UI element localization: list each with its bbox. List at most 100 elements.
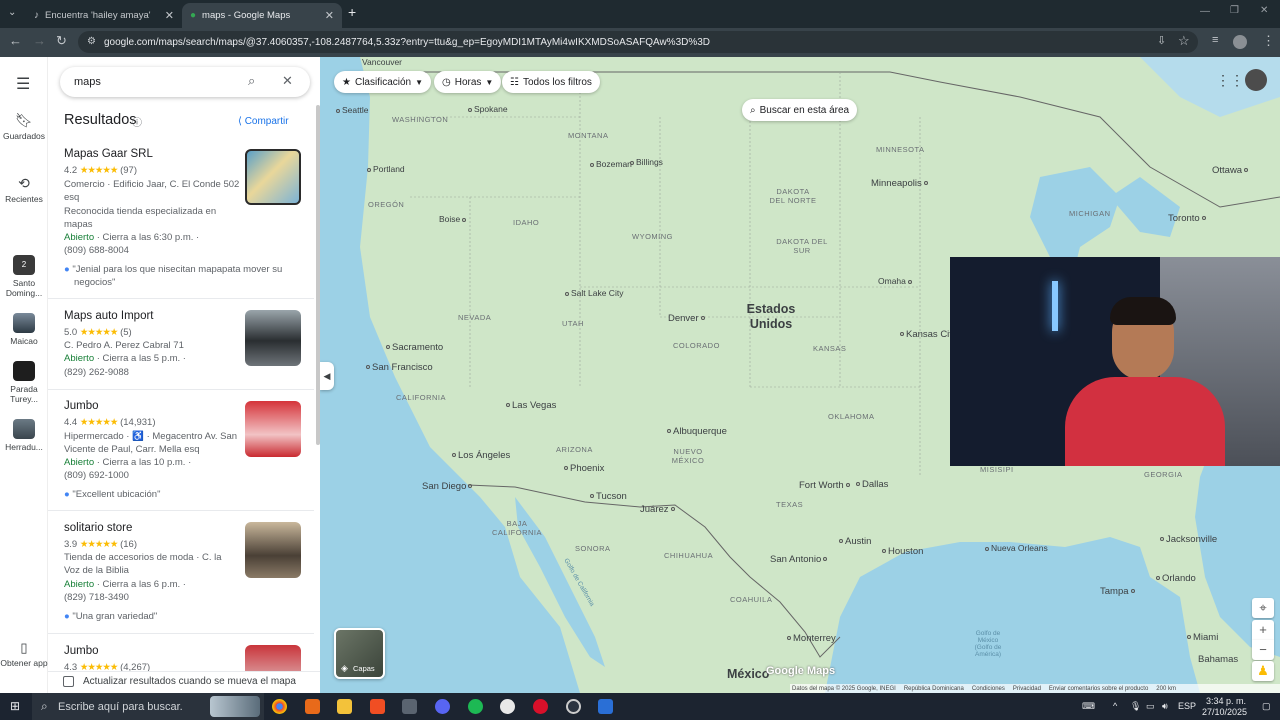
site-info-icon[interactable]: ⚙ xyxy=(87,36,96,47)
minimize-icon[interactable]: — xyxy=(1200,6,1210,17)
scale-label[interactable]: 200 km xyxy=(1156,686,1176,692)
city-label[interactable]: Omaha xyxy=(878,276,914,286)
volume-icon[interactable]: 🔊︎ xyxy=(1162,701,1168,712)
result-photo[interactable] xyxy=(245,645,301,671)
my-location-button[interactable]: ⌖ xyxy=(1252,598,1274,618)
city-label[interactable]: Tucson xyxy=(590,491,627,502)
windows-start-icon[interactable]: ⊞ xyxy=(10,699,20,713)
tray-chevron-icon[interactable]: ^ xyxy=(1113,701,1117,711)
rail-recent[interactable]: ⟲ Recientes xyxy=(0,175,48,204)
update-results-checkbox[interactable] xyxy=(63,676,74,687)
reload-icon[interactable]: ↻ xyxy=(56,33,67,49)
chrome-icon[interactable] xyxy=(272,699,287,714)
menu-kebab-icon[interactable]: ⋮ xyxy=(1262,33,1275,49)
city-label[interactable]: Minneapolis xyxy=(871,178,930,189)
city-label[interactable]: Phoenix xyxy=(564,463,604,474)
account-avatar[interactable] xyxy=(1245,69,1267,91)
city-label[interactable]: Monterrey xyxy=(787,633,836,644)
close-tab-icon[interactable]: ✕ xyxy=(165,9,174,22)
city-label[interactable]: Salt Lake City xyxy=(565,288,623,298)
feedback-link[interactable]: Enviar comentarios sobre el producto xyxy=(1049,686,1148,692)
result-item[interactable]: Jumbo 4.4 ★★★★★ (14,931) Hipermercado · … xyxy=(48,391,314,511)
tab-tiktok[interactable]: ♪ Encuentra 'hailey amaya' en Tik ✕ xyxy=(26,3,182,28)
hours-chip[interactable]: ◷ Horas ▼ xyxy=(434,71,502,93)
app-blue-icon[interactable] xyxy=(598,699,613,714)
close-tab-icon[interactable]: ✕ xyxy=(325,9,334,22)
maximize-icon[interactable]: ❐ xyxy=(1230,5,1239,16)
media-control-icon[interactable]: ≡ xyxy=(1212,34,1218,46)
city-label[interactable]: Vancouver xyxy=(362,57,402,67)
info-icon[interactable]: ⓘ xyxy=(132,114,142,129)
rail-place-herradura[interactable]: Herradu... xyxy=(0,419,48,452)
city-label[interactable]: Houston xyxy=(882,546,923,557)
app-circle-icon[interactable] xyxy=(566,699,581,714)
install-app-icon[interactable]: ⇩ xyxy=(1157,34,1166,47)
city-label[interactable]: Miami xyxy=(1187,632,1218,643)
result-photo[interactable] xyxy=(245,401,301,457)
app-game-icon[interactable] xyxy=(500,699,515,714)
city-label[interactable]: San Antonio xyxy=(770,554,829,565)
microphone-icon[interactable]: 🎙︎ xyxy=(1130,701,1141,712)
window-close-icon[interactable]: ✕ xyxy=(1260,5,1268,16)
taskbar-search-input[interactable]: ⌕ Escribe aquí para buscar. xyxy=(32,693,264,720)
hamburger-menu-icon[interactable]: ☰ xyxy=(16,74,30,94)
clear-search-icon[interactable]: ✕ xyxy=(282,73,293,89)
city-label[interactable]: San Diego xyxy=(422,481,474,492)
city-label[interactable]: Billings xyxy=(630,157,663,167)
forward-icon[interactable]: → xyxy=(33,33,46,48)
terms-link[interactable]: Condiciones xyxy=(972,686,1005,692)
result-photo[interactable] xyxy=(245,310,301,366)
language-indicator[interactable]: ESP xyxy=(1178,701,1196,711)
city-label[interactable]: San Francisco xyxy=(366,362,433,373)
zoom-in-button[interactable]: + xyxy=(1252,620,1274,640)
city-label[interactable]: Seattle xyxy=(336,105,368,115)
app-orange-icon[interactable] xyxy=(305,699,320,714)
city-label[interactable]: Las Vegas xyxy=(506,400,556,411)
clock-date[interactable]: 27/10/2025 xyxy=(1202,707,1247,717)
brave-icon[interactable] xyxy=(370,699,385,714)
rail-place-santo-domingo[interactable]: 2 Santo Doming... xyxy=(0,255,48,298)
share-button[interactable]: ⟨ Compartir xyxy=(238,116,289,127)
search-icon[interactable]: ⌕ xyxy=(248,73,255,89)
rail-saved[interactable]: 🔖︎ Guardados xyxy=(0,112,48,141)
city-label[interactable]: Portland xyxy=(367,164,405,174)
all-filters-chip[interactable]: ☷ Todos los filtros xyxy=(502,71,600,93)
search-input[interactable]: maps ⌕ ✕ xyxy=(60,67,310,97)
discord-icon[interactable] xyxy=(435,699,450,714)
address-bar[interactable]: ⚙ google.com/maps/search/maps/@37.406035… xyxy=(78,31,1198,53)
result-photo[interactable] xyxy=(245,522,301,578)
opera-icon[interactable] xyxy=(533,699,548,714)
city-label[interactable]: Toronto xyxy=(1168,213,1208,224)
file-explorer-icon[interactable] xyxy=(337,699,352,714)
city-label[interactable]: Tampa xyxy=(1100,586,1137,597)
city-label[interactable]: Kansas Cit xyxy=(900,329,952,340)
city-label[interactable]: Jacksonville xyxy=(1160,534,1217,545)
tab-search-icon[interactable]: ⌄ xyxy=(8,7,16,18)
privacy-link[interactable]: Privacidad xyxy=(1013,686,1041,692)
result-item[interactable]: solitario store 3.9 ★★★★★ (16) Tienda de… xyxy=(48,512,314,634)
apps-grid-icon[interactable]: ⋮⋮ xyxy=(1216,72,1244,89)
city-label[interactable]: Juárez xyxy=(640,504,677,515)
city-label[interactable]: Nueva Orleans xyxy=(985,543,1048,553)
city-label[interactable]: Spokane xyxy=(468,104,508,114)
city-label[interactable]: Denver xyxy=(668,313,707,324)
rail-place-maicao[interactable]: Maicao xyxy=(0,313,48,346)
city-label[interactable]: Ottawa xyxy=(1212,165,1250,176)
city-label[interactable]: Albuquerque xyxy=(667,426,727,437)
street-view-pegman-icon[interactable]: ♟ xyxy=(1252,661,1274,681)
result-item[interactable]: Mapas Gaar SRL 4.2 ★★★★★ (97) Comercio ·… xyxy=(48,139,314,299)
city-label[interactable]: Los Ángeles xyxy=(452,450,510,461)
spotify-icon[interactable] xyxy=(468,699,483,714)
city-label[interactable]: Dallas xyxy=(856,479,888,490)
rail-get-app[interactable]: ▯ Obtener app xyxy=(0,640,48,668)
rail-place-parada-turey[interactable]: Parada Turey... xyxy=(0,361,48,404)
keyboard-icon[interactable]: ⌨ xyxy=(1082,701,1095,712)
new-tab-button[interactable]: + xyxy=(348,4,356,20)
region-link[interactable]: República Dominicana xyxy=(904,686,964,692)
result-item[interactable]: Jumbo 4.3 ★★★★★ (4,267) xyxy=(48,635,314,671)
notifications-icon[interactable]: ▢ xyxy=(1262,701,1271,712)
search-this-area-button[interactable]: ⌕ Buscar en esta área xyxy=(742,99,858,121)
clock-time[interactable]: 3:34 p. m. xyxy=(1206,696,1246,706)
city-label[interactable]: Austin xyxy=(839,536,871,547)
tab-google-maps[interactable]: ● maps - Google Maps ✕ xyxy=(182,3,342,28)
